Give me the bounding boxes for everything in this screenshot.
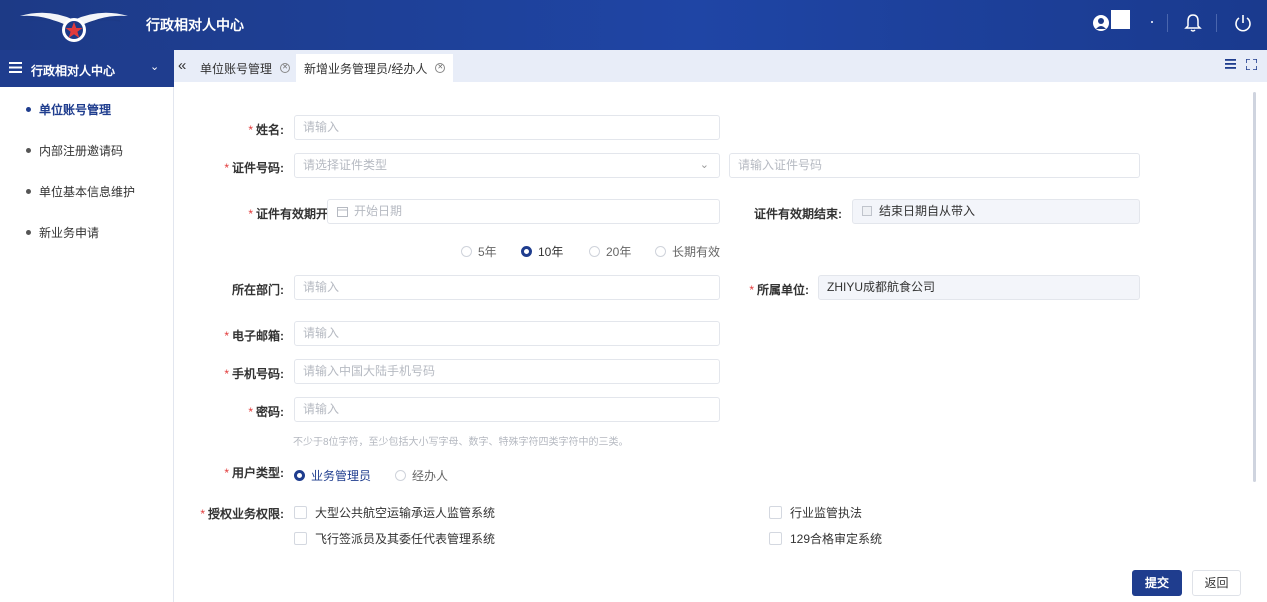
permission-checkbox[interactable]: 飞行签派员及其委任代表管理系统 [294,530,495,547]
password-label: * 密码: [248,405,284,419]
user-avatar-icon[interactable] [1093,14,1109,32]
bullet-icon [26,189,31,194]
validity-option-20y[interactable]: 20年 [589,243,631,260]
calendar-icon [862,206,872,216]
phone-input[interactable]: 请输入中国大陆手机号码 [294,359,720,384]
phone-label: * 手机号码: [224,367,284,381]
sidebar-item-unit-info[interactable]: 单位基本信息维护 [26,183,135,200]
user-type-label: * 用户类型: [224,466,284,480]
email-label: * 电子邮箱: [224,329,284,343]
bullet-icon [26,230,31,235]
sidebar: 行政相对人中心 ⌄ 单位账号管理 内部注册邀请码 单位基本信息维护 新业务申请 [0,50,174,602]
validity-option-permanent[interactable]: 长期有效 [655,243,720,260]
sidebar-item-label: 内部注册邀请码 [39,144,124,158]
user-menu-dot [1151,21,1153,23]
bullet-icon [26,107,31,112]
id-number-input[interactable]: 请输入证件号码 [729,153,1140,178]
unit-label: * 所属单位: [749,283,809,297]
app-title: 行政相对人中心 [146,17,244,33]
header-divider [1216,14,1217,32]
fullscreen-icon[interactable] [1246,59,1257,70]
sidebar-item-label: 单位基本信息维护 [39,185,136,199]
department-label: 所在部门: [232,283,284,297]
menu-icon [9,62,22,73]
sidebar-header[interactable]: 行政相对人中心 ⌄ [0,50,174,87]
tab-account-management[interactable]: 单位账号管理 ✕ [192,54,298,82]
permissions-label: * 授权业务权限: [200,507,284,521]
sidebar-item-label: 新业务申请 [39,226,100,240]
bullet-icon [26,148,31,153]
sidebar-item-account-management[interactable]: 单位账号管理 [26,101,111,118]
tab-tools [1225,59,1257,70]
validity-start-label: * 证件有效期开始: [248,207,344,221]
power-icon[interactable] [1233,13,1253,33]
chevron-down-icon: ⌄ [699,159,709,171]
validity-end-input: 结束日期自从带入 [852,199,1140,224]
unit-input: ZHIYU成都航食公司 [818,275,1140,300]
sidebar-title: 行政相对人中心 [31,64,116,78]
sidebar-item-label: 单位账号管理 [39,103,112,117]
permission-checkbox[interactable]: 129合格审定系统 [769,530,882,547]
password-hint: 不少于8位字符，至少包括大小写字母、数字、特殊字符四类字符中的三类。 [293,437,629,448]
id-type-select[interactable]: 请选择证件类型 ⌄ [294,153,720,178]
back-button[interactable]: 返回 [1192,570,1241,596]
department-input[interactable]: 请输入 [294,275,720,300]
name-input[interactable]: 请输入 [294,115,720,140]
user-type-manager[interactable]: 业务管理员 [294,467,371,484]
caac-logo [20,12,128,42]
header-divider [1167,14,1168,32]
email-input[interactable]: 请输入 [294,321,720,346]
sidebar-item-invite-code[interactable]: 内部注册邀请码 [26,142,123,159]
calendar-icon [337,207,348,217]
list-icon[interactable] [1225,59,1236,69]
validity-end-label: 证件有效期结束: [754,207,842,221]
bell-icon[interactable] [1183,13,1203,33]
chevron-down-icon[interactable]: ⌄ [150,60,159,73]
tab-bar: « 单位账号管理 ✕ 新增业务管理员/经办人 ✕ [174,50,1267,82]
validity-start-input[interactable]: 开始日期 [327,199,720,224]
permission-checkbox[interactable]: 大型公共航空运输承运人监管系统 [294,504,495,521]
collapse-sidebar-icon[interactable]: « [178,57,186,74]
permission-checkbox[interactable]: 行业监管执法 [769,504,862,521]
submit-button[interactable]: 提交 [1132,570,1182,596]
tab-label: 单位账号管理 [200,61,273,76]
close-icon[interactable]: ✕ [280,63,291,73]
tab-label: 新增业务管理员/经办人 [304,61,428,76]
tab-new-manager[interactable]: 新增业务管理员/经办人 ✕ [296,54,454,82]
name-label: * 姓名: [248,123,284,137]
scrollbar[interactable] [1253,92,1256,482]
sidebar-item-new-business[interactable]: 新业务申请 [26,224,99,241]
top-header: 行政相对人中心 [0,0,1267,50]
user-type-handler[interactable]: 经办人 [395,467,448,484]
validity-option-10y[interactable]: 10年 [521,243,563,260]
validity-option-5y[interactable]: 5年 [461,243,497,260]
close-icon[interactable]: ✕ [435,63,446,73]
password-input[interactable]: 请输入 [294,397,720,422]
id-number-label: * 证件号码: [224,161,284,175]
user-name[interactable] [1111,10,1130,29]
